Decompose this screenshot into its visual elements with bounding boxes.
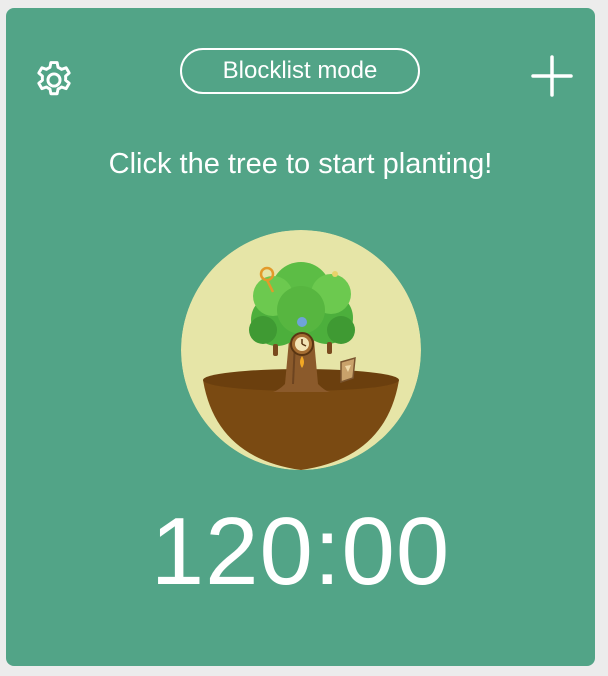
tree-button[interactable]: [181, 230, 421, 470]
add-button[interactable]: [528, 52, 576, 100]
timer-display: 120:00: [150, 498, 451, 605]
app-window: Blocklist mode Click the tree to start p…: [0, 0, 608, 676]
plus-icon: [531, 55, 573, 97]
main-panel: Blocklist mode Click the tree to start p…: [6, 8, 595, 666]
gear-icon: [37, 61, 71, 96]
blocklist-mode-button[interactable]: Blocklist mode: [180, 48, 420, 94]
settings-button[interactable]: [30, 56, 78, 104]
instruction-text: Click the tree to start planting!: [108, 148, 493, 180]
tree-illustration: [181, 230, 421, 470]
